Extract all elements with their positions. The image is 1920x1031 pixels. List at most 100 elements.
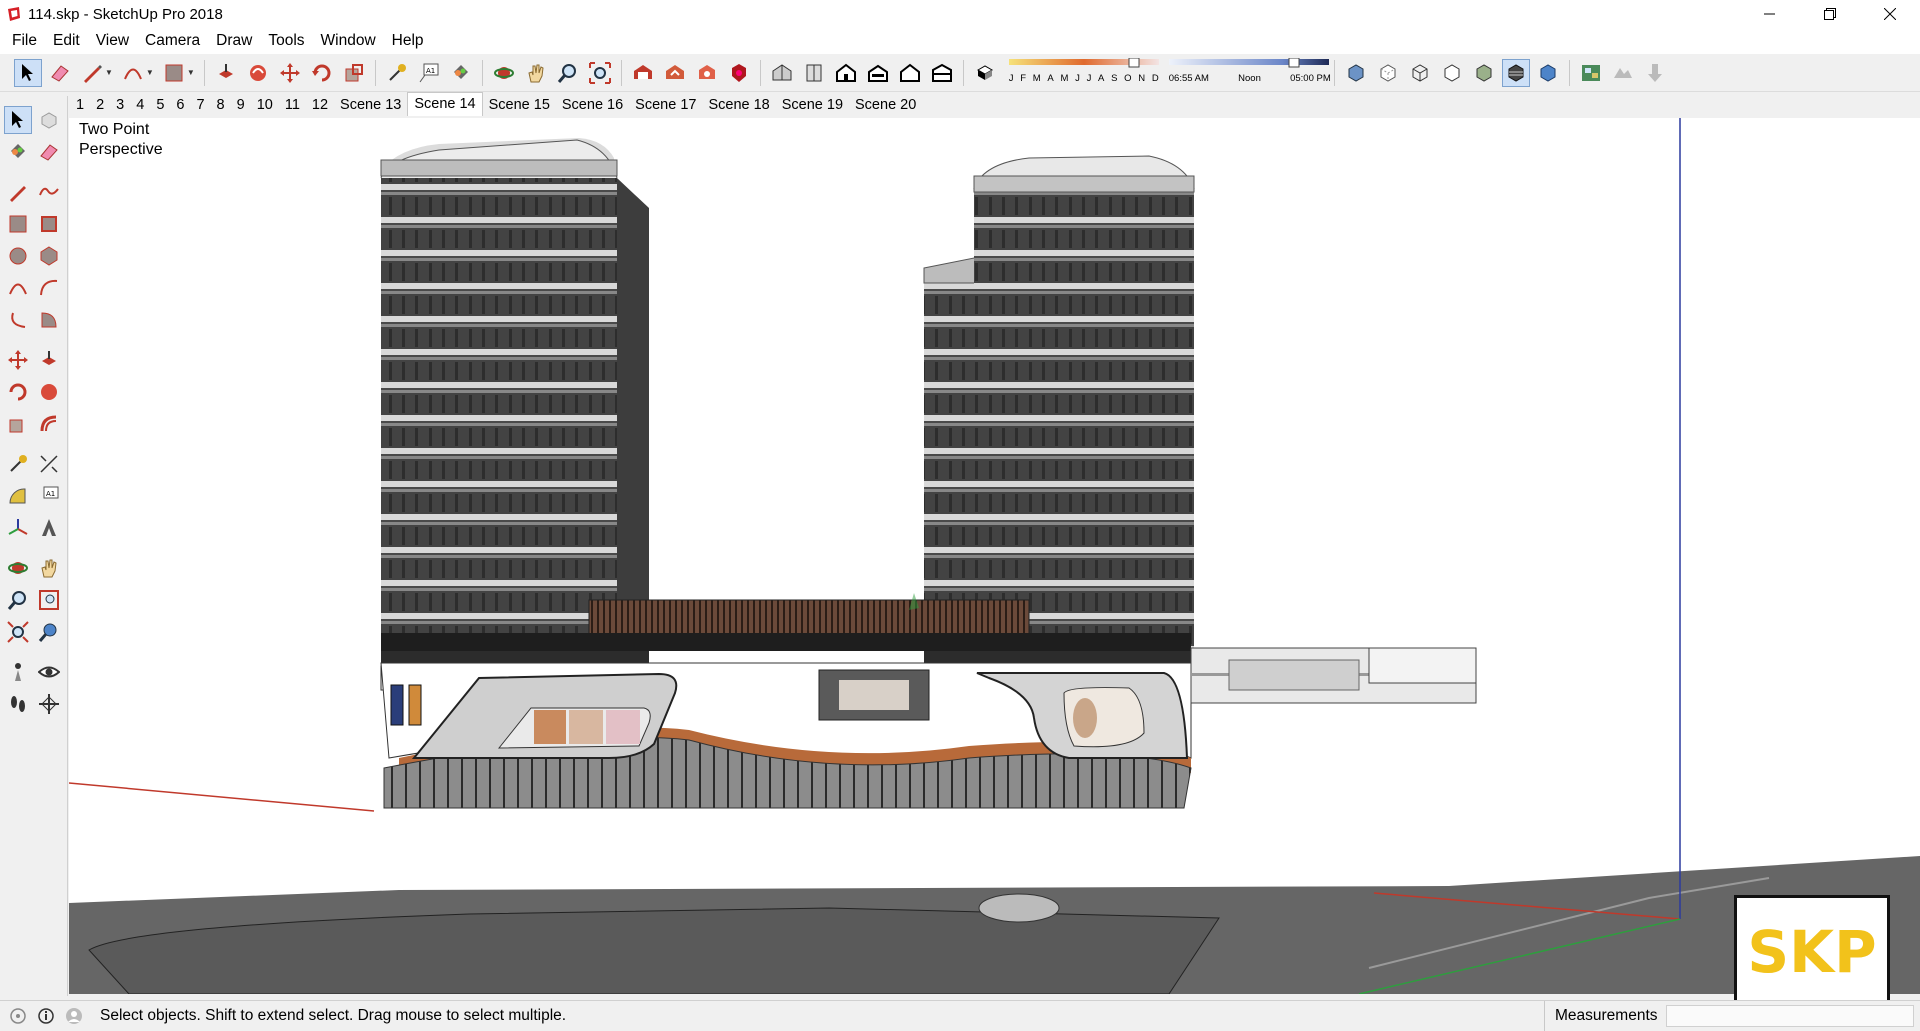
tape-measure-button[interactable] [383,59,411,87]
menu-tools[interactable]: Tools [260,32,312,50]
section-plane-button[interactable] [35,690,63,718]
protractor-button[interactable] [4,482,32,510]
hidden-line-button[interactable] [1438,59,1466,87]
wireframe-button[interactable] [1406,59,1434,87]
scene-tab[interactable]: Scene 18 [702,94,775,116]
paint-bucket-button[interactable] [447,59,475,87]
walk-button[interactable] [4,690,32,718]
look-around-button[interactable] [35,658,63,686]
left-view-button[interactable] [928,59,956,87]
scene-tab[interactable]: Scene 13 [334,94,407,116]
shadow-settings-sliders[interactable]: J F M A M J J A S O N D 06:55 AM Noon 05… [1008,57,1331,88]
follow-me-button[interactable] [244,59,272,87]
menu-edit[interactable]: Edit [45,32,88,50]
scene-tab-active[interactable]: Scene 14 [407,92,483,116]
line-tool-button[interactable] [78,59,106,87]
menu-file[interactable]: File [4,32,45,50]
freehand-tool-button[interactable] [35,178,63,206]
axes-tool-button[interactable] [4,514,32,542]
extension-warehouse-button[interactable] [693,59,721,87]
back-view-button[interactable] [896,59,924,87]
push-pull-button[interactable] [35,346,63,374]
menu-camera[interactable]: Camera [137,32,208,50]
follow-me-button[interactable] [35,378,63,406]
two-point-arc-button[interactable] [35,274,63,302]
pan-button[interactable] [35,554,63,582]
rotate-tool-button[interactable] [308,59,336,87]
scene-tab[interactable]: Scene 20 [849,94,922,116]
minimize-button[interactable] [1740,0,1800,28]
zoom-window-button[interactable] [35,586,63,614]
orbit-button[interactable] [490,59,518,87]
offset-tool-button[interactable] [35,410,63,438]
eraser-tool-button[interactable] [46,59,74,87]
push-pull-button[interactable] [212,59,240,87]
pie-tool-button[interactable] [35,306,63,334]
line-tool-button[interactable] [4,178,32,206]
back-edges-button[interactable] [1374,59,1402,87]
text-tool-button[interactable]: A1 [35,482,63,510]
arc-tool-button[interactable] [119,59,147,87]
scene-tab[interactable]: Scene 16 [556,94,629,116]
add-location-button[interactable] [1641,59,1669,87]
orbit-button[interactable] [4,554,32,582]
move-tool-button[interactable] [276,59,304,87]
scene-tab[interactable]: 5 [150,94,170,116]
right-view-button[interactable] [864,59,892,87]
warehouse-3d-button[interactable] [629,59,657,87]
tape-measure-button[interactable] [4,450,32,478]
geo-location-button[interactable] [8,1006,28,1026]
menu-view[interactable]: View [88,32,137,50]
select-tool-button[interactable] [14,58,42,87]
menu-window[interactable]: Window [313,32,384,50]
paint-bucket-button[interactable] [4,138,32,166]
shape-dropdown-icon[interactable]: ▼ [187,68,195,77]
scene-tab[interactable]: 7 [190,94,210,116]
rotated-rectangle-button[interactable] [35,210,63,238]
model-viewport[interactable]: Two Point Perspective [69,118,1920,994]
zoom-extents-button[interactable] [586,59,614,87]
front-view-button[interactable] [832,59,860,87]
dimension-tool-button[interactable] [35,450,63,478]
scene-tab[interactable]: 1 [70,94,90,116]
rotate-tool-button[interactable] [4,378,32,406]
top-view-button[interactable] [800,59,828,87]
scene-tab[interactable]: 8 [211,94,231,116]
scene-tab[interactable]: 12 [306,94,334,116]
make-component-button[interactable] [35,106,63,134]
scene-tab[interactable]: 10 [251,94,279,116]
close-button[interactable] [1860,0,1920,28]
select-tool-button[interactable] [4,106,32,134]
restore-button[interactable] [1800,0,1860,28]
monochrome-button[interactable] [1534,59,1562,87]
sign-in-button[interactable] [64,1006,84,1026]
previous-view-button[interactable] [35,618,63,646]
pan-button[interactable] [522,59,550,87]
map-location-button[interactable] [1577,59,1605,87]
polygon-tool-button[interactable] [35,242,63,270]
shape-tool-button[interactable] [160,59,188,87]
scale-tool-button[interactable] [340,59,368,87]
three-point-arc-button[interactable] [4,306,32,334]
zoom-button[interactable] [4,586,32,614]
arc-dropdown-icon[interactable]: ▼ [146,68,154,77]
iso-view-button[interactable] [768,59,796,87]
arc-tool-button[interactable] [4,274,32,302]
shaded-textures-button[interactable] [1501,58,1530,87]
scene-tab[interactable]: 11 [279,94,306,116]
text-tool-button[interactable]: A1 [415,59,443,87]
scene-tab[interactable]: 4 [130,94,150,116]
scene-tab[interactable]: 2 [90,94,110,116]
zoom-button[interactable] [554,59,582,87]
measurements-input[interactable] [1666,1005,1914,1027]
position-camera-button[interactable] [4,658,32,686]
shadows-toggle-button[interactable] [971,59,999,87]
circle-tool-button[interactable] [4,242,32,270]
scene-tab[interactable]: 6 [170,94,190,116]
3d-text-button[interactable] [35,514,63,542]
shaded-button[interactable] [1470,59,1498,87]
scene-tab[interactable]: Scene 17 [629,94,702,116]
credits-button[interactable] [36,1006,56,1026]
menu-draw[interactable]: Draw [208,32,260,50]
menu-help[interactable]: Help [384,32,432,50]
